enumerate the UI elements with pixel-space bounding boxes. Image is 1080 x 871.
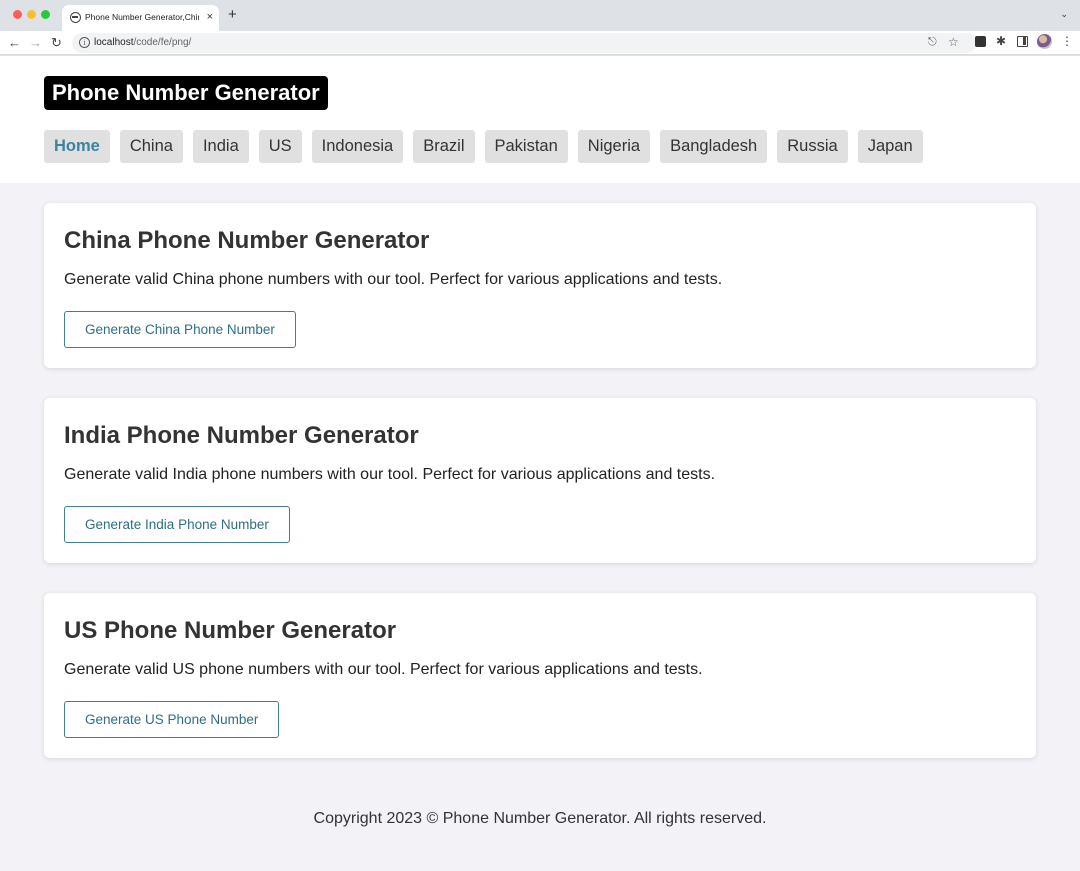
nav-item-indonesia[interactable]: Indonesia: [311, 130, 404, 163]
nav-item-us[interactable]: US: [258, 130, 302, 163]
puzzle-extensions-icon[interactable]: ✱: [996, 34, 1007, 48]
generate-us-button[interactable]: Generate US Phone Number: [64, 701, 280, 738]
back-arrow-icon[interactable]: ←: [8, 35, 21, 51]
nav-item-pakistan[interactable]: Pakistan: [484, 130, 568, 163]
globe-icon: [70, 12, 81, 23]
card-description: Generate valid India phone numbers with …: [64, 466, 716, 483]
url-host: localhost: [94, 37, 134, 48]
nav-item-japan[interactable]: Japan: [857, 130, 923, 163]
nav-item-russia[interactable]: Russia: [777, 130, 848, 163]
forward-arrow-icon[interactable]: →: [29, 35, 42, 51]
url-text: localhost/code/fe/png/: [94, 37, 191, 48]
nav-item-brazil[interactable]: Brazil: [413, 130, 475, 163]
bookmark-star-icon[interactable]: ☆: [948, 35, 959, 49]
nav-item-bangladesh[interactable]: Bangladesh: [660, 130, 768, 163]
site-info-icon[interactable]: i: [79, 37, 90, 48]
tab-title: Phone Number Generator,China: [85, 12, 199, 22]
extension-icon[interactable]: [975, 36, 986, 47]
generate-china-button[interactable]: Generate China Phone Number: [64, 311, 296, 348]
nav-item-india[interactable]: India: [192, 130, 249, 163]
window-minimize-icon[interactable]: [27, 10, 36, 19]
generator-card-us: US Phone Number Generator Generate valid…: [44, 593, 1036, 758]
url-path: /code/fe/png/: [133, 37, 192, 48]
share-icon[interactable]: ⎋: [928, 36, 937, 49]
card-title: China Phone Number Generator: [64, 227, 430, 254]
tab-close-icon[interactable]: ×: [207, 10, 213, 24]
browser-toolbar: ← → ↻ i localhost/code/fe/png/ ⎋ ☆: [0, 31, 1080, 55]
card-description: Generate valid US phone numbers with our…: [64, 661, 703, 678]
main-nav: Home China India US Indonesia Brazil Pakistan N…: [44, 130, 923, 163]
window-zoom-icon[interactable]: [41, 10, 50, 19]
tab-search-chevron-icon[interactable]: ⌄: [1060, 9, 1068, 20]
reload-icon[interactable]: ↻: [51, 35, 62, 51]
site-logo[interactable]: Phone Number Generator: [44, 76, 328, 110]
address-bar[interactable]: i localhost/code/fe/png/ ⎋ ☆: [72, 33, 977, 53]
browser-tab-active[interactable]: Phone Number Generator,China ×: [62, 5, 219, 31]
browser-menu-icon[interactable]: ⋮: [1061, 35, 1073, 47]
card-description: Generate valid China phone numbers with …: [64, 271, 723, 288]
site-footer: Copyright 2023 © Phone Number Generator.…: [313, 810, 767, 827]
nav-item-nigeria[interactable]: Nigeria: [577, 130, 651, 163]
site-header: Phone Number Generator Home China India US I…: [0, 56, 1080, 183]
page-content: Phone Number Generator Home China India US I…: [0, 56, 1080, 871]
profile-avatar[interactable]: [1037, 34, 1052, 49]
card-title: US Phone Number Generator: [64, 617, 397, 644]
nav-item-china[interactable]: China: [119, 130, 183, 163]
nav-item-home[interactable]: Home: [44, 130, 110, 163]
side-panel-icon[interactable]: [1017, 36, 1028, 47]
generator-card-india: India Phone Number Generator Generate va…: [44, 398, 1036, 563]
generator-card-china: China Phone Number Generator Generate va…: [44, 203, 1036, 368]
card-title: India Phone Number Generator: [64, 422, 419, 449]
generate-india-button[interactable]: Generate India Phone Number: [64, 506, 290, 543]
browser-tabstrip: Phone Number Generator,China × + ⌄: [0, 0, 1080, 31]
window-close-icon[interactable]: [13, 10, 22, 19]
new-tab-icon[interactable]: +: [228, 6, 237, 24]
